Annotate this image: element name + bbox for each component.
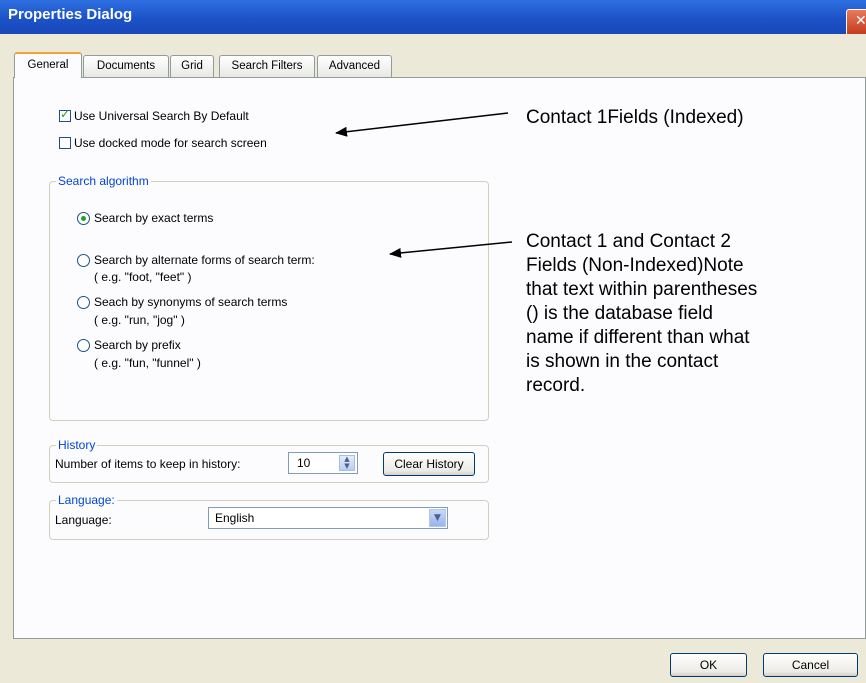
annotation-line: Contact 1 and Contact 2	[526, 231, 731, 252]
tab-general[interactable]: General	[14, 52, 82, 78]
annotation-line: name if different than what	[526, 327, 750, 348]
annotation-line: record.	[526, 375, 586, 396]
annotation-note-indexed: Contact 1Fields (Indexed)	[526, 107, 744, 128]
annotation-line: () is the database field	[526, 303, 713, 324]
arrow-to-checkboxes	[335, 112, 509, 137]
annotation-line: is shown in the contact	[526, 351, 719, 372]
arrow-to-search-algorithm	[389, 241, 513, 258]
annotation-note-non-indexed: Contact 1 and Contact 2 Fields (Non-Inde…	[526, 230, 757, 398]
annotation-line: that text within parentheses	[526, 279, 758, 300]
annotation-line: Fields (Non-Indexed)Note	[526, 255, 744, 276]
